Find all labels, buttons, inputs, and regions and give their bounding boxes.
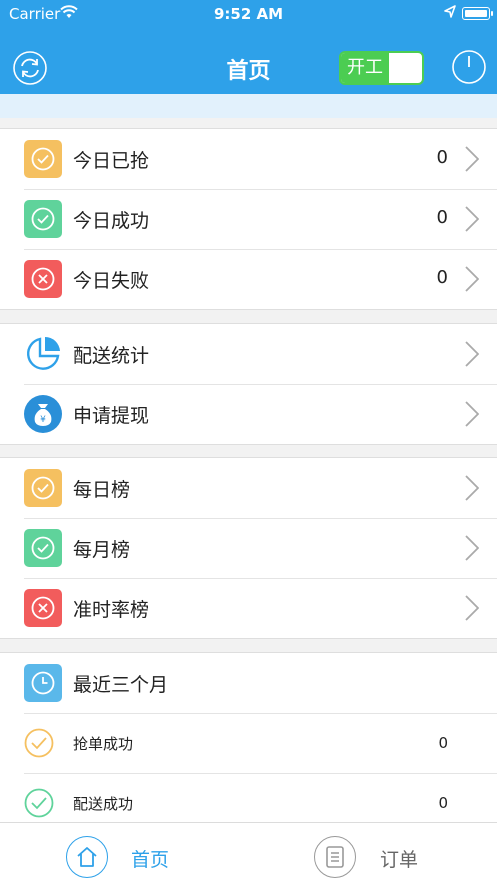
list-item[interactable]: 准时率榜: [0, 578, 497, 638]
battery-icon: [462, 7, 490, 20]
row-label: 抢单成功: [73, 735, 134, 753]
x-icon: [24, 589, 62, 627]
row-label: 今日成功: [73, 210, 150, 232]
chevron-right-icon: [465, 475, 479, 501]
money-bag-icon: ¥: [24, 395, 62, 433]
status-time: 9:52 AM: [213, 5, 284, 23]
section-title: 最近三个月: [73, 674, 169, 696]
tab-home-label[interactable]: 首页: [131, 845, 169, 872]
clock-icon: [24, 664, 62, 702]
row-label: 申请提现: [73, 405, 150, 427]
row-label: 每月榜: [73, 539, 131, 561]
notice-banner: [0, 94, 497, 118]
row-label: 准时率榜: [73, 599, 150, 621]
document-icon: [326, 846, 344, 868]
row-value: 0: [436, 267, 448, 288]
row-label: 今日失败: [73, 270, 150, 292]
list-item[interactable]: 今日失败 0: [0, 249, 497, 309]
row-value: 0: [436, 207, 448, 228]
chevron-right-icon: [465, 401, 479, 427]
section-header: 最近三个月: [0, 653, 497, 713]
chevron-right-icon: [465, 266, 479, 292]
pie-chart-icon: [27, 336, 60, 370]
row-label: 配送成功: [73, 795, 134, 813]
list-item: 抢单成功 0: [0, 713, 497, 773]
svg-text:¥: ¥: [40, 415, 46, 425]
chevron-right-icon: [465, 146, 479, 172]
row-label: 配送统计: [73, 345, 150, 367]
status-bar: Carrier 9:52 AM: [0, 0, 497, 28]
chevron-right-icon: [465, 206, 479, 232]
chevron-right-icon: [465, 595, 479, 621]
location-arrow-icon: [444, 5, 456, 18]
check-icon: [24, 469, 62, 507]
chevron-right-icon: [465, 535, 479, 561]
row-value: 0: [438, 794, 448, 812]
list-item[interactable]: 每月榜: [0, 518, 497, 578]
list-item[interactable]: 今日成功 0: [0, 189, 497, 249]
finance-group: 配送统计 ¥ 申请提现: [0, 323, 497, 445]
row-value: 0: [438, 734, 448, 752]
check-icon: [24, 200, 62, 238]
tab-bar: 首页 订单: [0, 822, 497, 883]
tab-home[interactable]: [66, 836, 108, 878]
list-item[interactable]: 配送统计: [0, 324, 497, 384]
app: Carrier 9:52 AM 首页 开工 今日已抢 0 今日成功 0 今日失败…: [0, 0, 497, 883]
list-item[interactable]: ¥ 申请提现: [0, 384, 497, 444]
x-icon: [24, 260, 62, 298]
header-bar: Carrier 9:52 AM 首页 开工: [0, 0, 497, 94]
list-item[interactable]: 今日已抢 0: [0, 129, 497, 189]
home-icon: [77, 847, 97, 867]
ranking-group: 每日榜 每月榜 准时率榜: [0, 457, 497, 639]
check-icon: [24, 140, 62, 178]
recent-months-group: 最近三个月 抢单成功 0 配送成功 0: [0, 652, 497, 822]
tab-orders[interactable]: [314, 836, 356, 878]
row-value: 0: [436, 147, 448, 168]
power-icon[interactable]: [451, 49, 487, 85]
toggle-label: 开工: [341, 53, 389, 83]
tab-orders-label[interactable]: 订单: [380, 845, 418, 872]
row-label: 今日已抢: [73, 150, 150, 172]
battery-tip: [491, 11, 493, 16]
list-item[interactable]: 每日榜: [0, 458, 497, 518]
row-label: 每日榜: [73, 479, 131, 501]
chevron-right-icon: [465, 341, 479, 367]
check-icon: [24, 529, 62, 567]
check-circle-icon: [24, 788, 54, 818]
today-stats-group: 今日已抢 0 今日成功 0 今日失败 0: [0, 128, 497, 310]
check-circle-icon: [24, 728, 54, 758]
work-toggle[interactable]: 开工: [339, 51, 424, 85]
